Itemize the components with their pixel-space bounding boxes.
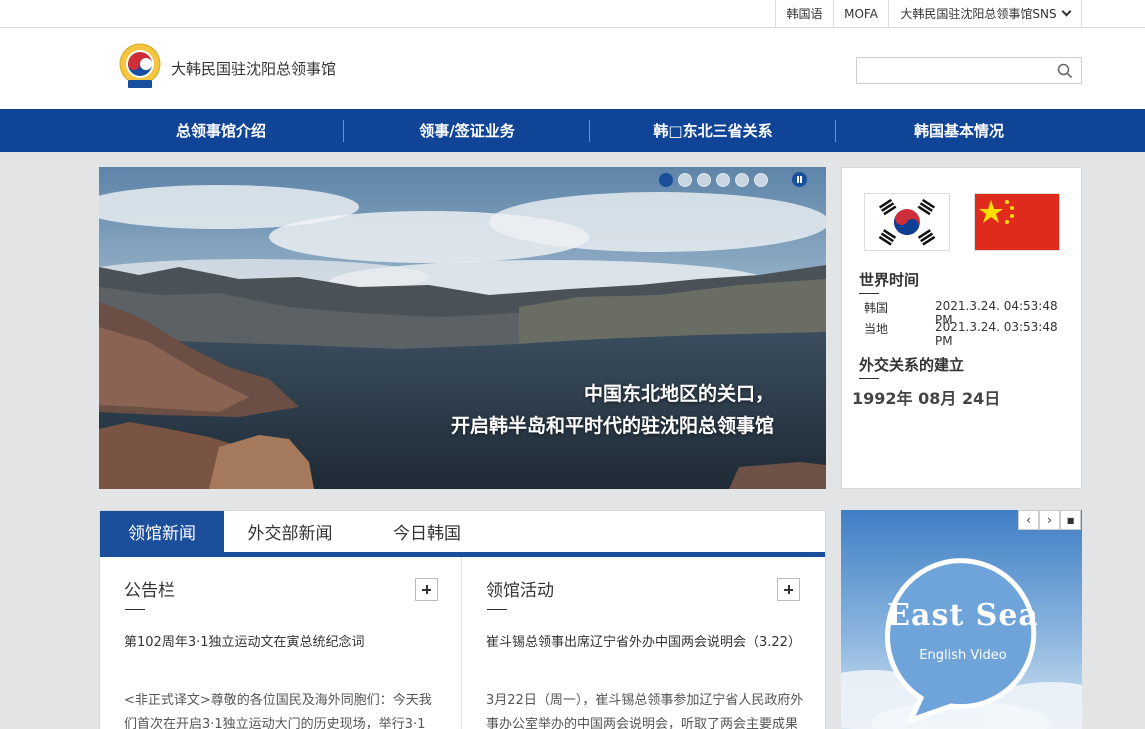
hero-slider[interactable]: 中国东北地区的关口， 开启韩半岛和平时代的驻沈阳总领事馆: [99, 167, 826, 489]
sns-dropdown-label: 大韩民国驻沈阳总领事馆SNS: [900, 7, 1057, 21]
more-plus-icon[interactable]: [777, 578, 800, 601]
time-place: 韩国: [864, 301, 889, 315]
world-time-heading: 世界时间: [859, 271, 920, 289]
language-link[interactable]: 韩国语: [775, 0, 833, 27]
slide-indicators: [659, 173, 768, 187]
slide-dot-3[interactable]: [697, 173, 711, 187]
hero-caption: 中国东北地区的关口， 开启韩半岛和平时代的驻沈阳总领事馆: [451, 378, 774, 442]
tab-mofa-news[interactable]: 外交部新闻: [224, 511, 356, 552]
news-tabs: 领馆新闻 外交部新闻 今日韩国: [100, 511, 825, 557]
tab-consulate-news[interactable]: 领馆新闻: [100, 511, 224, 552]
slide-dot-1[interactable]: [659, 173, 673, 187]
korea-flag-icon: [864, 193, 950, 251]
sns-dropdown[interactable]: 大韩民国驻沈阳总领事馆SNS: [888, 0, 1082, 27]
activity-item-summary[interactable]: 3月22日（周一），崔斗锡总领事参加辽宁省人民政府外事办公室举办的中国两会说明会…: [486, 689, 806, 729]
hero-caption-line2: 开启韩半岛和平时代的驻沈阳总领事馆: [450, 415, 774, 437]
heading-underline: [859, 293, 879, 294]
hero-caption-line1: 中国东北地区的关口，: [583, 383, 774, 405]
emblem-logo[interactable]: [118, 42, 162, 90]
site-header: 大韩民国驻沈阳总领事馆: [0, 28, 1145, 109]
nav-item-consular-visa[interactable]: 领事/签证业务: [344, 109, 590, 152]
activity-item-title[interactable]: 崔斗锡总领事出席辽宁省外办中国两会说明会（3.22）: [486, 630, 806, 656]
heading-underline: [125, 609, 145, 610]
slide-dot-4[interactable]: [716, 173, 730, 187]
notice-board: 公告栏 第102周年3·1独立运动文在寅总统纪念词 <非正式译文>尊敬的各位国民…: [100, 557, 462, 729]
consulate-activities: 领馆活动 崔斗锡总领事出席辽宁省外办中国两会说明会（3.22） 3月22日（周一…: [462, 557, 824, 729]
slide-dot-6[interactable]: [754, 173, 768, 187]
slide-dot-5[interactable]: [735, 173, 749, 187]
info-panel: 世界时间 韩国 2021.3.24. 04:53:48 PM 当地 2021.3…: [841, 167, 1082, 489]
china-flag-icon: [974, 193, 1060, 251]
heading-underline: [487, 609, 507, 610]
notice-item-summary[interactable]: <非正式译文>尊敬的各位国民及海外同胞们：今天我们首次在开启3·1独立运动大门的…: [124, 689, 444, 729]
heading-underline: [859, 378, 879, 379]
nav-item-korea-info[interactable]: 韩国基本情况: [836, 109, 1082, 152]
search-box: [856, 57, 1082, 84]
top-utility-bar: 韩国语 MOFA 大韩民国驻沈阳总领事馆SNS: [0, 0, 1145, 28]
east-sea-video-banner[interactable]: ‹ › ■ East Sea English Video: [841, 510, 1082, 729]
time-value: 2021.3.24. 03:53:48 PM: [935, 320, 1058, 348]
time-place: 当地: [864, 322, 889, 336]
time-row-korea: 韩国 2021.3.24. 04:53:48 PM: [864, 299, 1074, 327]
search-input[interactable]: [857, 58, 1047, 83]
establish-heading: 外交关系的建立: [859, 356, 965, 374]
main-nav: 总领事馆介绍 领事/签证业务 韩□东北三省关系 韩国基本情况: [0, 109, 1145, 152]
search-icon[interactable]: [1057, 63, 1073, 79]
activities-title: 领馆活动: [486, 581, 554, 601]
site-title[interactable]: 大韩民国驻沈阳总领事馆: [171, 58, 336, 79]
video-subtitle: English Video: [919, 648, 1007, 663]
notice-board-title: 公告栏: [124, 581, 175, 601]
more-plus-icon[interactable]: [415, 578, 438, 601]
video-title: East Sea: [887, 598, 1039, 633]
establish-date: 1992年 08月 24日: [852, 389, 1001, 408]
time-row-local: 当地 2021.3.24. 03:53:48 PM: [864, 320, 1074, 348]
pause-icon[interactable]: [792, 172, 807, 187]
nav-item-relations[interactable]: 韩□东北三省关系: [590, 109, 836, 152]
notice-item-title[interactable]: 第102周年3·1独立运动文在寅总统纪念词: [124, 630, 444, 656]
slide-dot-2[interactable]: [678, 173, 692, 187]
video-prev-button[interactable]: ‹: [1018, 510, 1039, 530]
video-stop-button[interactable]: ■: [1060, 510, 1081, 530]
nav-item-consulate-intro[interactable]: 总领事馆介绍: [98, 109, 344, 152]
video-next-button[interactable]: ›: [1039, 510, 1060, 530]
mofa-link[interactable]: MOFA: [833, 0, 888, 27]
tab-today-korea[interactable]: 今日韩国: [356, 511, 498, 552]
news-section: 领馆新闻 外交部新闻 今日韩国 公告栏 第102周年3·1独立运动文在寅总统纪念…: [99, 510, 826, 729]
chevron-down-icon: [1061, 6, 1072, 17]
